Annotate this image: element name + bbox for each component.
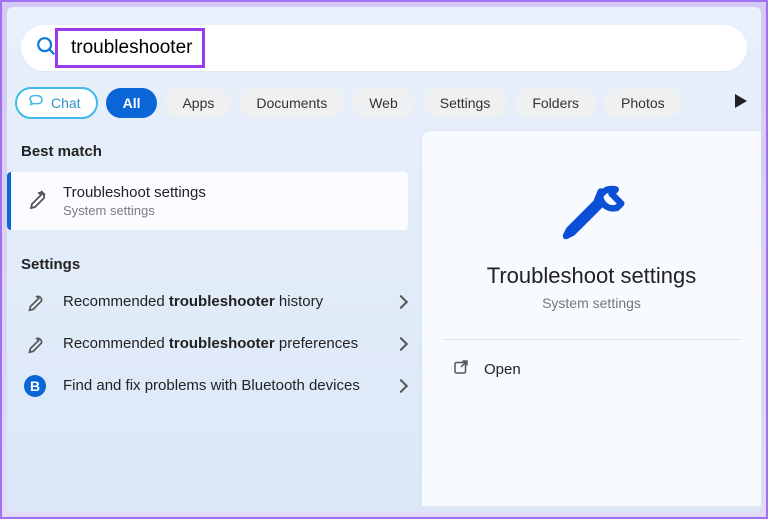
wrench-icon	[442, 171, 741, 249]
search-window: Chat All Apps Documents Web Settings Fol…	[7, 7, 761, 512]
best-match-title: Troubleshoot settings	[63, 184, 206, 201]
best-match-item[interactable]: Troubleshoot settings System settings	[7, 172, 408, 230]
result-troubleshooter-history[interactable]: Recommended troubleshooter history	[7, 281, 422, 323]
result-label: Find and fix problems with Bluetooth dev…	[63, 376, 382, 396]
section-settings: Settings	[7, 244, 422, 281]
tab-all[interactable]: All	[106, 88, 158, 118]
wrench-icon	[21, 333, 49, 355]
result-label: Recommended troubleshooter preferences	[63, 334, 382, 354]
preview-pane: Troubleshoot settings System settings Op…	[422, 131, 761, 506]
preview-subtitle: System settings	[442, 295, 741, 311]
tabs-scroll-right[interactable]	[735, 94, 747, 108]
tab-settings[interactable]: Settings	[423, 88, 508, 118]
best-match-text: Troubleshoot settings System settings	[63, 184, 206, 218]
best-match-subtitle: System settings	[63, 203, 206, 218]
search-input[interactable]	[71, 37, 211, 59]
result-troubleshooter-preferences[interactable]: Recommended troubleshooter preferences	[7, 323, 422, 365]
tab-chat[interactable]: Chat	[15, 87, 98, 119]
preview-title: Troubleshoot settings	[442, 263, 741, 289]
search-icon	[35, 35, 57, 62]
filter-tabs: Chat All Apps Documents Web Settings Fol…	[7, 71, 761, 131]
chevron-right-icon	[394, 337, 408, 351]
result-label: Recommended troubleshooter history	[63, 292, 382, 312]
bluetooth-icon: B	[21, 375, 49, 397]
search-bar[interactable]	[21, 25, 747, 71]
tab-web[interactable]: Web	[352, 88, 415, 118]
chevron-right-icon	[394, 379, 408, 393]
chevron-right-icon	[394, 295, 408, 309]
tab-folders[interactable]: Folders	[515, 88, 596, 118]
results-content: Best match Troubleshoot settings System …	[7, 131, 761, 506]
open-icon	[452, 358, 470, 381]
wrench-icon	[25, 187, 49, 216]
tab-documents[interactable]: Documents	[239, 88, 344, 118]
open-action[interactable]: Open	[442, 340, 741, 399]
result-bluetooth-fix[interactable]: B Find and fix problems with Bluetooth d…	[7, 365, 422, 407]
tab-photos[interactable]: Photos	[604, 88, 682, 118]
tab-apps[interactable]: Apps	[165, 88, 231, 118]
tab-chat-label: Chat	[51, 95, 81, 111]
open-label: Open	[484, 361, 521, 378]
wrench-icon	[21, 291, 49, 313]
results-left: Best match Troubleshoot settings System …	[7, 131, 422, 506]
section-best-match: Best match	[7, 131, 422, 168]
